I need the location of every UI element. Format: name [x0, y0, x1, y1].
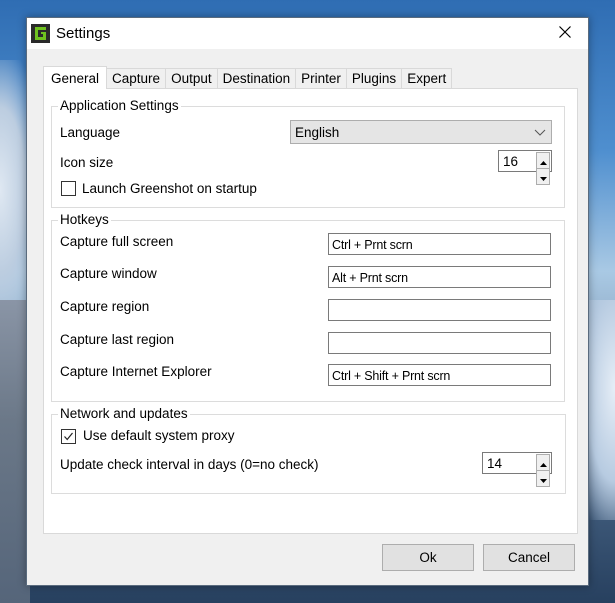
- icon-size-value: 16: [503, 154, 519, 169]
- language-label: Language: [60, 125, 121, 140]
- tab-plugins[interactable]: Plugins: [345, 68, 403, 88]
- spin-up-button[interactable]: [536, 152, 550, 169]
- group-title: Hotkeys: [58, 212, 111, 227]
- window-title: Settings: [56, 25, 111, 42]
- hotkey-field-capture-last-region[interactable]: [328, 332, 551, 354]
- hotkey-label: Capture region: [60, 299, 150, 314]
- icon-size-label: Icon size: [60, 155, 114, 170]
- tab-expert[interactable]: Expert: [401, 68, 453, 88]
- spin-down-button[interactable]: [536, 168, 550, 185]
- hotkey-field-capture-region[interactable]: [328, 299, 551, 321]
- cancel-button[interactable]: Cancel: [483, 544, 575, 571]
- tab-strip: General Capture Output Destination Print…: [43, 66, 453, 89]
- hotkey-value: Ctrl + Shift + Prnt scrn: [332, 369, 451, 383]
- hotkey-label: Capture Internet Explorer: [60, 364, 212, 379]
- title-bar[interactable]: Settings: [27, 18, 588, 49]
- language-value: English: [295, 125, 340, 140]
- tab-general[interactable]: General: [43, 66, 108, 89]
- hotkey-label: Capture window: [60, 266, 157, 281]
- hotkey-value: Ctrl + Prnt scrn: [332, 238, 413, 252]
- spin-down-button[interactable]: [536, 470, 550, 487]
- icon-size-spinner[interactable]: 16: [498, 150, 552, 185]
- tab-output[interactable]: Output: [165, 68, 218, 88]
- update-interval-spinner[interactable]: 14: [482, 452, 552, 487]
- ok-button[interactable]: Ok: [382, 544, 474, 571]
- spinner-buttons: [536, 152, 550, 185]
- group-title: Network and updates: [58, 406, 190, 421]
- arrow-down-icon: [539, 169, 547, 184]
- spinner-buttons: [536, 454, 550, 487]
- settings-dialog: Settings General Capture Output Destinat…: [26, 17, 589, 586]
- default-proxy-label[interactable]: Use default system proxy: [83, 428, 235, 443]
- spin-up-button[interactable]: [536, 454, 550, 471]
- launch-on-startup-checkbox[interactable]: [61, 181, 76, 196]
- hotkey-label: Capture last region: [60, 332, 175, 347]
- arrow-up-icon: [539, 455, 547, 470]
- hotkeys-group: Hotkeys Capture full screen Ctrl + Prnt …: [51, 212, 565, 402]
- update-interval-value: 14: [487, 456, 503, 471]
- hotkey-value: Alt + Prnt scrn: [332, 271, 408, 285]
- hotkey-field-capture-full-screen[interactable]: Ctrl + Prnt scrn: [328, 233, 551, 255]
- hotkey-field-capture-internet-explorer[interactable]: Ctrl + Shift + Prnt scrn: [328, 364, 551, 386]
- greenshot-app-icon: [31, 24, 50, 43]
- general-tab-panel: Application Settings Language English Ic…: [43, 88, 578, 534]
- tab-capture[interactable]: Capture: [106, 68, 167, 88]
- checkmark-icon: [62, 430, 75, 443]
- update-interval-label: Update check interval in days (0=no chec…: [60, 457, 319, 472]
- close-icon: [559, 26, 571, 41]
- arrow-down-icon: [539, 471, 547, 486]
- tab-destination[interactable]: Destination: [216, 68, 297, 88]
- group-title: Application Settings: [58, 98, 181, 113]
- hotkey-label: Capture full screen: [60, 234, 174, 249]
- hotkey-field-capture-window[interactable]: Alt + Prnt scrn: [328, 266, 551, 288]
- launch-on-startup-label[interactable]: Launch Greenshot on startup: [82, 181, 257, 196]
- network-updates-group: Network and updates Use default system p…: [51, 406, 566, 494]
- application-settings-group: Application Settings Language English Ic…: [51, 98, 565, 208]
- language-dropdown[interactable]: English: [290, 120, 552, 144]
- close-button[interactable]: [542, 18, 588, 49]
- arrow-up-icon: [539, 153, 547, 168]
- default-proxy-checkbox[interactable]: [61, 429, 76, 444]
- chevron-down-icon: [534, 126, 546, 141]
- tab-printer[interactable]: Printer: [295, 68, 347, 88]
